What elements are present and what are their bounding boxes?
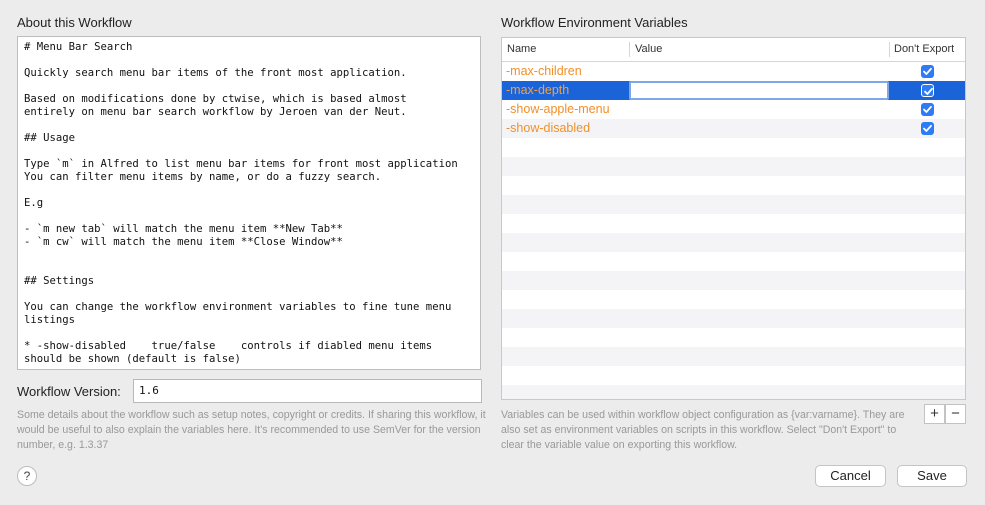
- column-divider[interactable]: [629, 42, 630, 57]
- table-body: -max-children -max-depth -show-apple-men…: [502, 62, 965, 399]
- column-header-value[interactable]: Value: [635, 43, 662, 55]
- env-help-text: Variables can be used within workflow ob…: [501, 409, 905, 451]
- dont-export-checkbox[interactable]: [921, 103, 934, 116]
- workflow-notes-text: # Menu Bar Search Quickly search menu ba…: [24, 41, 458, 365]
- table-header: Name Value Don't Export: [502, 38, 965, 62]
- empty-row: [502, 309, 965, 328]
- env-title: Workflow Environment Variables: [501, 15, 688, 30]
- remove-variable-button[interactable]: −: [945, 404, 966, 424]
- empty-row: [502, 385, 965, 399]
- version-input[interactable]: 1.6: [133, 379, 482, 403]
- checkmark-icon: [923, 67, 932, 75]
- variable-name: -max-children: [506, 64, 582, 78]
- empty-row: [502, 271, 965, 290]
- cancel-button[interactable]: Cancel: [815, 465, 886, 487]
- empty-row: [502, 233, 965, 252]
- about-help-text: Some details about the workflow such as …: [17, 409, 486, 451]
- dont-export-checkbox[interactable]: [921, 122, 934, 135]
- table-row[interactable]: -show-disabled: [502, 119, 965, 138]
- checkmark-icon: [924, 87, 933, 95]
- checkmark-icon: [923, 105, 932, 113]
- dont-export-checkbox[interactable]: [921, 84, 934, 97]
- empty-row: [502, 195, 965, 214]
- table-row-selected[interactable]: -max-depth: [502, 81, 965, 100]
- table-row[interactable]: -max-children: [502, 62, 965, 81]
- variable-name: -max-depth: [506, 83, 570, 97]
- empty-row: [502, 328, 965, 347]
- about-title: About this Workflow: [17, 15, 132, 30]
- empty-row: [502, 366, 965, 385]
- workflow-notes-textarea[interactable]: # Menu Bar Search Quickly search menu ba…: [17, 36, 481, 370]
- env-variables-table: Name Value Don't Export -max-children -m…: [501, 37, 966, 400]
- empty-row: [502, 176, 965, 195]
- column-header-name[interactable]: Name: [507, 43, 536, 55]
- variable-name: -show-disabled: [506, 121, 591, 135]
- table-row[interactable]: -show-apple-menu: [502, 100, 965, 119]
- empty-row: [502, 214, 965, 233]
- variable-value-input[interactable]: [629, 81, 889, 100]
- column-divider[interactable]: [889, 42, 890, 57]
- dont-export-checkbox[interactable]: [921, 65, 934, 78]
- add-variable-button[interactable]: +: [924, 404, 945, 424]
- checkmark-icon: [923, 124, 932, 132]
- empty-row: [502, 290, 965, 309]
- empty-row: [502, 252, 965, 271]
- empty-row: [502, 157, 965, 176]
- empty-row: [502, 138, 965, 157]
- variable-name: -show-apple-menu: [506, 102, 610, 116]
- save-button[interactable]: Save: [897, 465, 967, 487]
- column-header-dont-export[interactable]: Don't Export: [894, 43, 954, 55]
- help-button[interactable]: ?: [17, 466, 37, 486]
- version-label: Workflow Version:: [17, 384, 121, 399]
- empty-row: [502, 347, 965, 366]
